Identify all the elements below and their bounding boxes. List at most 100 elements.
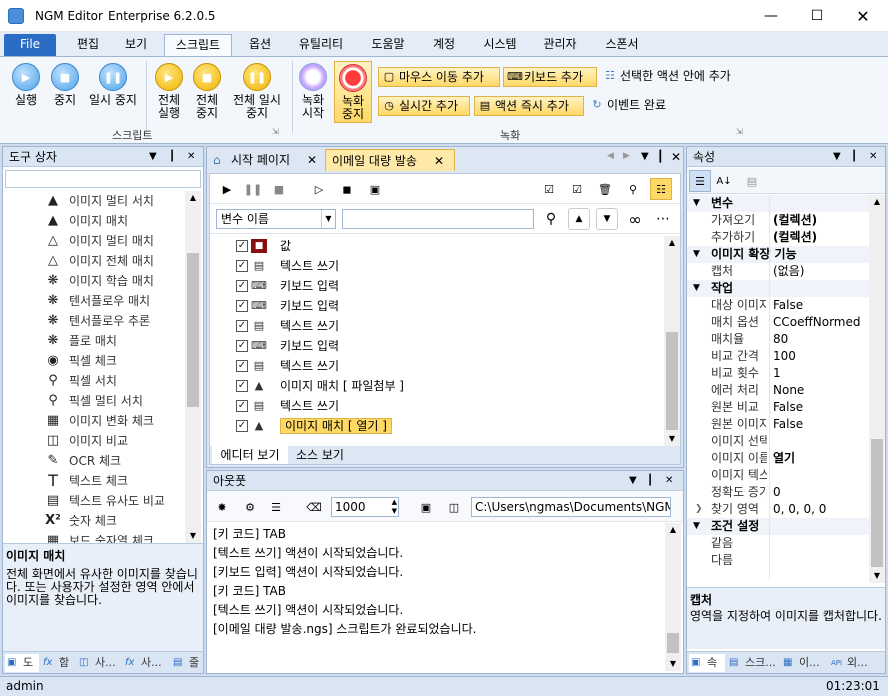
stop-button[interactable]: ■ 중지 <box>46 63 84 107</box>
property-row[interactable]: 매치 옵션 CCoeffNormed <box>687 314 871 331</box>
checkbox-checked-icon[interactable]: ✓ <box>236 300 248 312</box>
tab-functions[interactable]: fx 함 <box>41 654 75 672</box>
scroll-down-icon[interactable]: ▼ <box>664 432 680 446</box>
property-pages-icon[interactable]: ▤ <box>741 170 763 192</box>
checkbox-checked-icon[interactable]: ✓ <box>236 260 248 272</box>
tab-dropdown-icon[interactable]: ▼ <box>641 151 649 162</box>
scroll-down-icon[interactable]: ▼ <box>869 569 885 583</box>
run-to-icon[interactable]: ▣ <box>364 178 386 200</box>
tab-script[interactable]: 스크립트 <box>164 34 232 56</box>
action-row[interactable]: ✓ ▤ 텍스트 쓰기 <box>236 256 339 276</box>
property-row[interactable]: 다름 <box>687 552 871 569</box>
toolbox-item[interactable]: T 텍스트 체크 <box>3 471 189 491</box>
toolbox-item[interactable]: ▲ 이미지 멀티 서치 <box>3 191 189 211</box>
scroll-up-icon[interactable]: ▲ <box>869 195 885 209</box>
previous-icon[interactable]: ▲ <box>568 208 590 230</box>
close-icon[interactable]: ✕ <box>187 147 195 167</box>
close-tab-icon[interactable]: ✕ <box>434 150 444 172</box>
close-icon[interactable]: ✕ <box>671 150 681 164</box>
action-row-selected[interactable]: ✓ ▲ 이미지 매치 [ 열기 ] <box>236 416 392 436</box>
toolbox-item[interactable]: △ 이미지 전체 매치 <box>3 251 189 271</box>
scroll-thumb[interactable] <box>871 439 883 567</box>
pause-button[interactable]: ❚❚ 일시 중지 <box>84 63 142 107</box>
tab-external-api[interactable]: API 외... <box>829 654 883 672</box>
action-row[interactable]: ✓ ⌨ 키보드 입력 <box>236 296 339 316</box>
group-expand-icon[interactable]: ⇲ <box>272 127 279 136</box>
tab-account[interactable]: 계정 <box>422 34 466 56</box>
action-row[interactable]: ✓ ■ 값 <box>236 236 291 256</box>
record-start-button[interactable]: 녹화 시작 <box>296 63 330 120</box>
toolbox-item[interactable]: X² 숫자 체크 <box>3 511 189 531</box>
tab-file[interactable]: File <box>4 34 56 56</box>
categorized-icon[interactable]: ☰ <box>689 170 711 192</box>
checkbox-checked-icon[interactable]: ✓ <box>236 360 248 372</box>
scroll-thumb[interactable] <box>667 633 679 653</box>
action-row[interactable]: ✓ ⌨ 키보드 입력 <box>236 336 339 356</box>
maximize-icon[interactable]: ☐ <box>794 0 840 32</box>
close-icon[interactable]: ✕ <box>869 147 877 167</box>
action-row[interactable]: ✓ ▤ 텍스트 쓰기 <box>236 316 339 336</box>
pin-icon[interactable]: ┃ <box>169 147 175 167</box>
tab-editor-view[interactable]: 에디터 보기 <box>212 446 288 464</box>
search-icon[interactable]: ⚲ <box>540 208 562 230</box>
log-path-field[interactable]: C:\Users\ngmas\Documents\NGM6\ <box>471 497 671 517</box>
output-scrollbar[interactable]: ▲ ▼ <box>665 523 681 671</box>
save-icon[interactable]: ▣ <box>415 496 437 518</box>
property-category[interactable]: ▼ 이미지 확장 기능 <box>687 246 871 263</box>
close-icon[interactable]: ✕ <box>665 471 673 491</box>
stepper-arrows-icon[interactable]: ▲ ▼ <box>392 498 397 516</box>
tab-snippets[interactable]: ▤ 줄 <box>171 654 203 672</box>
action-row[interactable]: ✓ ▲ 이미지 매치 [ 파일첨부 ] <box>236 376 404 396</box>
tab-toolbox[interactable]: ▣ 도 <box>5 654 39 672</box>
run-all-button[interactable]: ▶ 전체 실행 <box>150 63 188 120</box>
properties-scrollbar[interactable]: ▲ ▼ <box>869 195 885 583</box>
scroll-thumb[interactable] <box>666 332 678 430</box>
property-category[interactable]: ▼ 작업 <box>687 280 871 297</box>
toolbox-item[interactable]: ⚲ 픽셀 멀티 서치 <box>3 391 189 411</box>
pause-all-button[interactable]: ❚❚ 전체 일시 중지 <box>228 63 286 120</box>
add-instant-action-button[interactable]: ▤ 액션 즉시 추가 <box>474 96 584 116</box>
property-row[interactable]: 원본 비교 False <box>687 399 871 416</box>
pause-script-icon[interactable]: ❚❚ <box>242 178 264 200</box>
stop-script-icon[interactable]: ■ <box>268 178 290 200</box>
expand-icon[interactable]: ❯ <box>695 501 703 518</box>
checkbox-checked-icon[interactable]: ✓ <box>236 320 248 332</box>
tab-email-bulk-send[interactable]: 이메일 대량 발송 ✕ <box>325 149 455 171</box>
tab-source-view[interactable]: 소스 보기 <box>290 446 350 464</box>
action-row[interactable]: ✓ ⌨ 키보드 입력 <box>236 276 339 296</box>
run-script-icon[interactable]: ▶ <box>216 178 238 200</box>
folder-icon[interactable]: ◫ <box>443 496 465 518</box>
toolbox-search-input[interactable] <box>5 170 201 188</box>
tab-edit[interactable]: 편집 <box>66 34 110 56</box>
property-row[interactable]: 이미지 이름 열기 <box>687 450 871 467</box>
tab-view[interactable]: 보기 <box>114 34 158 56</box>
dropdown-icon[interactable]: ▼ <box>833 147 841 167</box>
close-tab-icon[interactable]: ✕ <box>307 149 317 171</box>
more-icon[interactable]: ⋯ <box>652 208 674 230</box>
run-selected-icon[interactable]: ◼ <box>336 178 358 200</box>
property-row[interactable]: 에러 처리 None <box>687 382 871 399</box>
property-row[interactable]: 비교 횟수 1 <box>687 365 871 382</box>
event-complete-button[interactable]: ↻ 이벤트 완료 <box>587 96 681 116</box>
scroll-thumb[interactable] <box>187 253 199 407</box>
stop-all-button[interactable]: ■ 전체 중지 <box>188 63 226 120</box>
toolbox-item[interactable]: ⚲ 픽셀 서치 <box>3 371 189 391</box>
toolbox-item[interactable]: ▦ 보드 숫자열 체크 <box>3 531 189 543</box>
toolbox-item[interactable]: ✎ OCR 체크 <box>3 451 189 471</box>
action-row[interactable]: ✓ ▤ 텍스트 쓰기 <box>236 396 339 416</box>
tab-admin[interactable]: 관리자 <box>534 34 586 56</box>
scroll-up-icon[interactable]: ▲ <box>665 523 681 537</box>
add-realtime-button[interactable]: ◷ 실시간 추가 <box>378 96 470 116</box>
delete-icon[interactable]: 🗑 <box>594 178 616 200</box>
tab-scroll-left-icon[interactable]: ◀ <box>607 151 614 161</box>
property-category[interactable]: ▼ 변수 <box>687 195 871 212</box>
run-button[interactable]: ▶ 실행 <box>6 63 46 107</box>
toolbox-item[interactable]: △ 이미지 멀티 매치 <box>3 231 189 251</box>
property-row[interactable]: 대상 이미지 False <box>687 297 871 314</box>
next-icon[interactable]: ▼ <box>596 208 618 230</box>
checkbox-checked-icon[interactable]: ✓ <box>236 280 248 292</box>
log-count-stepper[interactable]: 1000 ▲ ▼ <box>331 497 399 517</box>
add-keyboard-button[interactable]: ⌨ 키보드 추가 <box>503 67 597 87</box>
pin-icon[interactable]: ┃ <box>657 150 664 163</box>
property-row[interactable]: 매치율 80 <box>687 331 871 348</box>
